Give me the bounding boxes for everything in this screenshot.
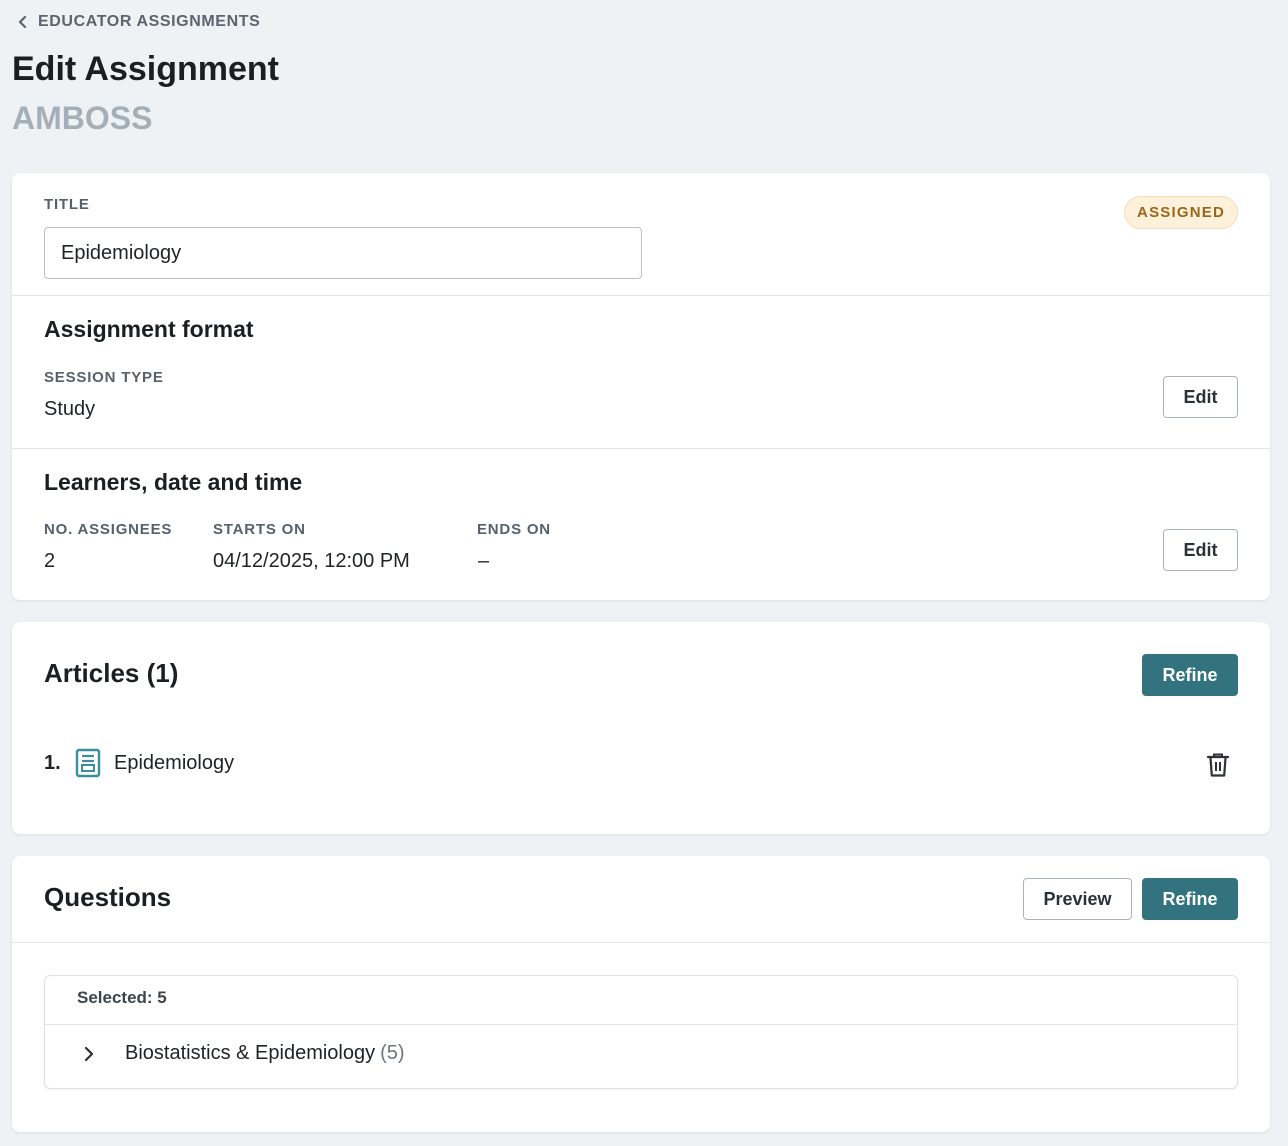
divider xyxy=(12,448,1270,449)
trash-icon[interactable] xyxy=(1206,752,1230,778)
assignees-value: 2 xyxy=(44,550,56,572)
refine-articles-button[interactable]: Refine xyxy=(1142,654,1238,696)
articles-card: Articles (1) Refine 1. Epidemiology xyxy=(12,622,1270,834)
questions-card: Questions Preview Refine Selected: 5 Bio… xyxy=(12,856,1270,1132)
assignees-label: NO. ASSIGNEES xyxy=(44,521,173,538)
article-number: 1. xyxy=(44,751,61,774)
session-type-value: Study xyxy=(44,398,96,420)
assignment-details-card: TITLE ASSIGNED Assignment format SESSION… xyxy=(12,173,1270,600)
selected-questions-panel: Selected: 5 Biostatistics & Epidemiology… xyxy=(44,975,1238,1089)
articles-heading: Articles (1) xyxy=(44,658,179,688)
divider xyxy=(12,942,1270,943)
session-type-label: SESSION TYPE xyxy=(44,369,164,386)
page-subtitle: AMBOSS xyxy=(12,100,153,136)
title-input[interactable] xyxy=(44,227,642,279)
topic-count: (5) xyxy=(380,1042,405,1064)
edit-schedule-button[interactable]: Edit xyxy=(1163,529,1238,571)
divider xyxy=(12,295,1270,296)
breadcrumb-label: EDUCATOR ASSIGNMENTS xyxy=(38,13,261,30)
schedule-heading: Learners, date and time xyxy=(44,469,303,495)
topic-row[interactable]: Biostatistics & Epidemiology (5) xyxy=(81,1042,405,1065)
ends-on-label: ENDS ON xyxy=(477,521,551,538)
topic-name: Biostatistics & Epidemiology xyxy=(125,1042,376,1064)
article-title: Epidemiology xyxy=(114,751,235,774)
divider xyxy=(45,1024,1237,1025)
questions-heading: Questions xyxy=(44,882,172,912)
selected-count: Selected: 5 xyxy=(77,988,167,1007)
chevron-right-icon[interactable] xyxy=(81,1046,97,1062)
starts-on-value: 04/12/2025, 12:00 PM xyxy=(213,550,410,572)
ends-on-value: – xyxy=(478,550,490,572)
edit-format-button[interactable]: Edit xyxy=(1163,376,1238,418)
starts-on-label: STARTS ON xyxy=(213,521,306,538)
breadcrumb[interactable]: EDUCATOR ASSIGNMENTS xyxy=(16,13,260,31)
refine-questions-button[interactable]: Refine xyxy=(1142,878,1238,920)
preview-button[interactable]: Preview xyxy=(1023,878,1132,920)
assignment-format-heading: Assignment format xyxy=(44,316,254,342)
chevron-left-icon xyxy=(18,15,27,29)
title-label: TITLE xyxy=(44,196,90,213)
page-title: Edit Assignment xyxy=(12,50,279,88)
list-item[interactable]: 1. Epidemiology xyxy=(44,748,234,778)
status-badge: ASSIGNED xyxy=(1124,196,1238,229)
article-icon xyxy=(75,748,101,778)
